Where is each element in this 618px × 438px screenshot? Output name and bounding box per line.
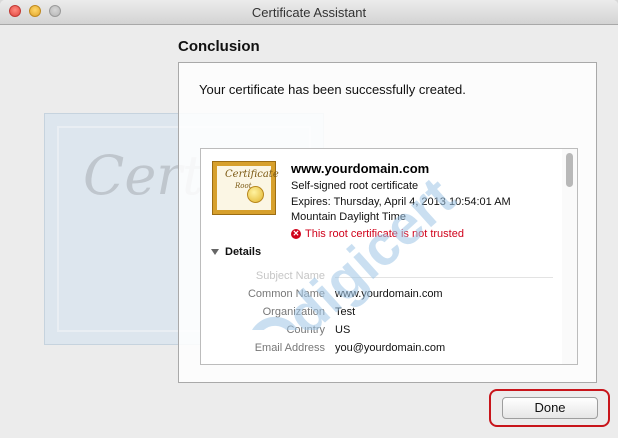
seal-icon (247, 186, 264, 203)
subject-name-header: Subject Name (255, 270, 325, 282)
details-row-label: Common Name (247, 288, 325, 300)
scrollbar-thumb[interactable] (566, 153, 573, 187)
scrollbar[interactable] (562, 149, 577, 364)
details-row-value: Test (335, 306, 356, 318)
details-row: Organization Test (201, 306, 551, 322)
certificate-icon-title: Certificate (225, 169, 279, 180)
details-row-value: you@yourdomain.com (335, 342, 446, 354)
trust-warning: ✕ This root certificate is not trusted (291, 228, 464, 240)
subject-name-header-row: Subject Name (201, 270, 551, 286)
conclusion-panel: Your certificate has been successfully c… (178, 62, 597, 383)
disclosure-triangle-icon[interactable] (211, 249, 219, 255)
success-message: Your certificate has been successfully c… (199, 82, 466, 97)
certificate-icon-paper: Certificate Root (217, 166, 279, 210)
error-icon: ✕ (291, 229, 301, 239)
details-disclosure[interactable]: Details (211, 246, 261, 258)
details-row: Common Name www.yourdomain.com (201, 288, 551, 304)
certificate-timezone: Mountain Daylight Time (291, 211, 406, 223)
certificate-summary-box[interactable]: Certificate Root www.yourdomain.com Self… (200, 148, 578, 365)
details-row-label: Organization (262, 306, 325, 318)
details-row: Email Address you@yourdomain.com (201, 342, 551, 358)
certificate-assistant-window: Certificate Assistant Certif Conclusion … (0, 0, 618, 438)
window-title: Certificate Assistant (251, 5, 367, 20)
details-row-value: US (335, 324, 351, 336)
details-separator (335, 277, 553, 278)
details-row-value: www.yourdomain.com (335, 288, 443, 300)
certificate-icon: Certificate Root (212, 161, 279, 215)
details-label: Details (225, 246, 262, 258)
certificate-expiry: Expires: Thursday, April 4, 2013 10:54:0… (291, 196, 511, 208)
done-button[interactable]: Done (502, 397, 598, 419)
page-title: Conclusion (178, 38, 260, 55)
details-row-label: Email Address (254, 342, 325, 354)
certificate-type: Self-signed root certificate (291, 180, 419, 192)
details-row-label: Country (286, 324, 325, 336)
certificate-name: www.yourdomain.com (291, 161, 430, 176)
details-row: Country US (201, 324, 551, 340)
trust-warning-text: This root certificate is not trusted (305, 228, 464, 240)
title-bar[interactable]: Certificate Assistant (0, 0, 618, 25)
